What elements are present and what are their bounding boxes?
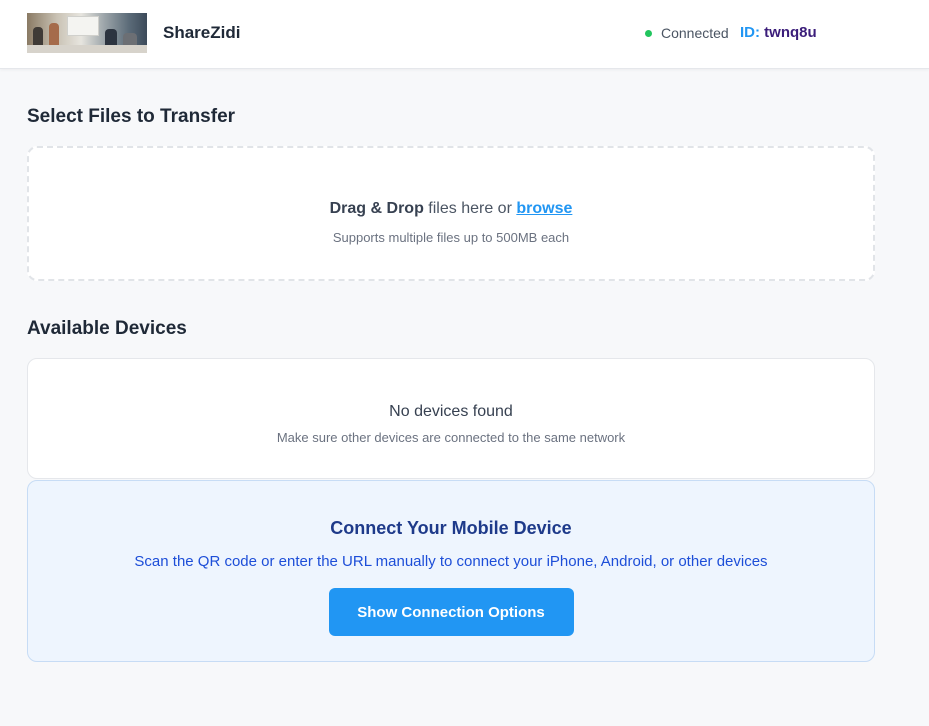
- drag-drop-label: Drag & Drop: [329, 200, 424, 217]
- status-dot-icon: [645, 29, 652, 37]
- no-devices-title: No devices found: [389, 403, 513, 420]
- file-dropzone[interactable]: Drag & Drop files here or browse Support…: [27, 146, 875, 281]
- devices-section-title: Available Devices: [27, 318, 187, 339]
- dropzone-instruction: Drag & Drop files here or browse: [29, 200, 873, 218]
- no-devices-hint: Make sure other devices are connected to…: [276, 430, 626, 445]
- drag-drop-text: files here or: [423, 200, 517, 217]
- device-id-value: twnq8u: [764, 24, 817, 41]
- device-id: ID: twnq8u: [740, 24, 817, 41]
- mobile-connect-description: Scan the QR code or enter the URL manual…: [134, 553, 768, 570]
- status-text: Connected: [661, 25, 729, 41]
- upload-section-title: Select Files to Transfer: [27, 106, 236, 127]
- show-connection-options-button[interactable]: Show Connection Options: [328, 588, 574, 636]
- mobile-connect-title: Connect Your Mobile Device: [330, 518, 572, 538]
- mobile-connect-panel: Connect Your Mobile Device Scan the QR c…: [27, 480, 875, 662]
- connection-status: Connected: [645, 25, 729, 41]
- devices-list: No devices found Make sure other devices…: [27, 358, 875, 479]
- app-header: ShareZidi Connected ID: twnq8u: [0, 0, 929, 69]
- browse-link[interactable]: browse: [516, 200, 572, 217]
- logo-image: [27, 13, 147, 53]
- app-name: ShareZidi: [163, 23, 241, 42]
- device-id-label: ID:: [740, 24, 760, 41]
- dropzone-hint: Supports multiple files up to 500MB each: [332, 230, 570, 245]
